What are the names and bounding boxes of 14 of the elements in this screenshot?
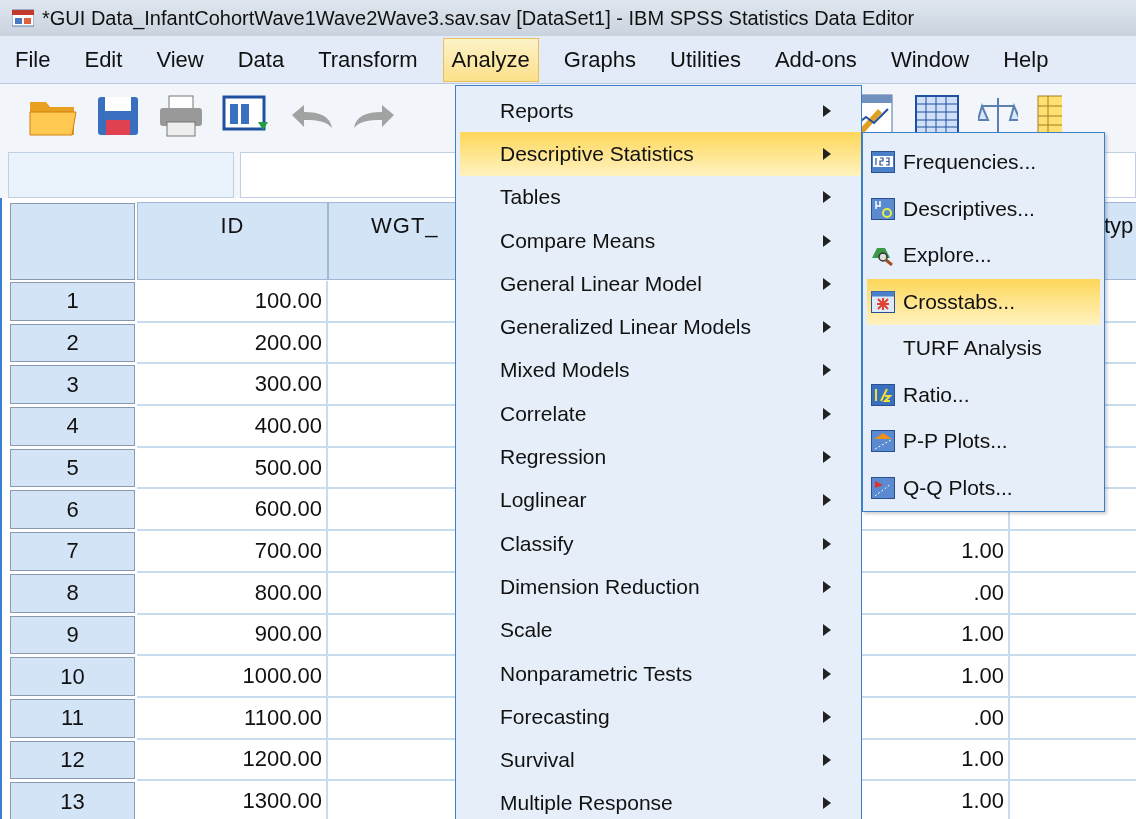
table-cell: 1200.00 bbox=[137, 739, 328, 782]
table-cell: 900.00 bbox=[137, 614, 328, 657]
table-cell: 1100.00 bbox=[137, 697, 328, 740]
table-cell: 400.00 bbox=[137, 406, 328, 448]
table-cell: 300.00 bbox=[137, 364, 328, 407]
window-title: *GUI Data_InfantCohortWave1Wave2Wave3.sav.sav [DataSet1] - IBM SPSS Statistics Data Editor bbox=[42, 6, 915, 30]
table-cell: 700.00 bbox=[137, 531, 328, 573]
table-cell: 800.00 bbox=[137, 572, 328, 615]
table-cell: 500.00 bbox=[137, 447, 328, 490]
table-cell: 100.00 bbox=[137, 281, 328, 323]
table-cell: 600.00 bbox=[137, 489, 328, 532]
table-cell: 1000.00 bbox=[137, 656, 328, 698]
table-cell: 1300.00 bbox=[137, 781, 328, 819]
table-cell: 200.00 bbox=[137, 322, 328, 365]
